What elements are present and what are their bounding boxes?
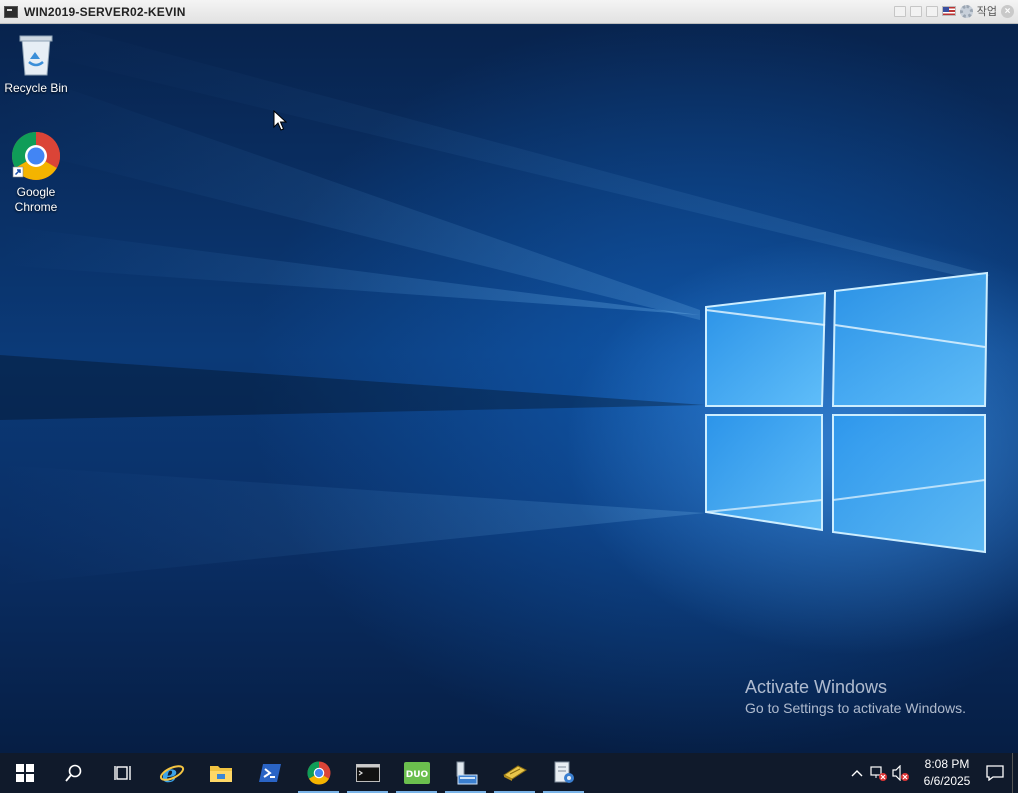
- start-icon: [15, 764, 34, 782]
- volume-button[interactable]: [890, 753, 912, 793]
- window-title: WIN2019-SERVER02-KEVIN: [24, 4, 186, 19]
- titlebar-controls: 작업 ×: [893, 3, 1014, 19]
- activate-windows-watermark: Activate Windows Go to Settings to activ…: [745, 676, 966, 718]
- file-explorer-button[interactable]: [196, 753, 245, 793]
- recycle-bin-shortcut[interactable]: Recycle Bin: [0, 33, 72, 96]
- restore-small-icon[interactable]: [893, 5, 906, 17]
- remote-session-icon: [4, 5, 18, 18]
- settings-doc-button[interactable]: [539, 753, 588, 793]
- chrome-taskbar-button[interactable]: [294, 753, 343, 793]
- activate-subtitle: Go to Settings to activate Windows.: [745, 700, 966, 716]
- action-center-button[interactable]: [984, 753, 1006, 793]
- task-view-icon: [113, 766, 131, 780]
- taskbar-clock[interactable]: 8:08 PM 6/6/2025: [916, 756, 978, 790]
- powershell-button[interactable]: [245, 753, 294, 793]
- chrome-icon: [306, 761, 331, 785]
- chrome-icon: [11, 132, 61, 181]
- windows-logo-wallpaper: [0, 25, 990, 585]
- internet-explorer-button[interactable]: e: [147, 753, 196, 793]
- network-status-button[interactable]: [868, 753, 890, 793]
- search-button[interactable]: [49, 753, 98, 793]
- activate-title: Activate Windows: [745, 677, 888, 697]
- yellow-tool-icon: [502, 765, 527, 781]
- mouse-cursor-icon: [273, 110, 287, 131]
- server-manager-button[interactable]: [441, 753, 490, 793]
- clock-date: 6/6/2025: [923, 774, 971, 788]
- chevron-up-icon: [851, 770, 863, 777]
- svg-text:DUO: DUO: [405, 770, 428, 780]
- recycle-bin-icon: [19, 35, 53, 76]
- volume-muted-icon: [892, 765, 909, 781]
- search-icon: [64, 764, 81, 782]
- clock-time: 8:08 PM: [924, 757, 970, 771]
- show-desktop-button[interactable]: [1012, 753, 1018, 793]
- us-flag-icon[interactable]: [941, 6, 956, 16]
- start-button[interactable]: [0, 753, 49, 793]
- maximize-icon[interactable]: [925, 5, 938, 17]
- task-view-button[interactable]: [98, 753, 147, 793]
- settings-doc-icon: [554, 761, 574, 783]
- command-prompt-button[interactable]: [343, 753, 392, 793]
- file-explorer-icon: [209, 766, 232, 782]
- close-icon[interactable]: ×: [1001, 4, 1014, 18]
- taskbar: e DUO 8:08 PM 6/6/2025: [0, 753, 1018, 793]
- duo-button[interactable]: DUO: [392, 753, 441, 793]
- duo-icon: DUO: [403, 762, 430, 784]
- work-menu-label[interactable]: 작업: [977, 3, 997, 19]
- google-chrome-label: Google Chrome: [14, 185, 58, 214]
- window-titlebar[interactable]: WIN2019-SERVER02-KEVIN 작업 ×: [0, 0, 1018, 24]
- system-tray: 8:08 PM 6/6/2025: [846, 753, 1018, 793]
- desktop[interactable]: Recycle Bin Google Chrome Activate Windo…: [0, 25, 1018, 753]
- yellow-tool-button[interactable]: [490, 753, 539, 793]
- command-prompt-icon: [355, 764, 380, 782]
- notification-icon: [986, 765, 1004, 781]
- server-manager-icon: [456, 761, 477, 785]
- network-disconnected-icon: [870, 766, 887, 781]
- internet-explorer-icon: e: [159, 761, 184, 785]
- show-hidden-icons-button[interactable]: [846, 753, 868, 793]
- google-chrome-shortcut[interactable]: Google Chrome: [0, 131, 72, 215]
- minimize-icon[interactable]: [909, 5, 922, 17]
- gear-icon[interactable]: [959, 4, 973, 18]
- powershell-icon: [258, 764, 281, 782]
- recycle-bin-label: Recycle Bin: [4, 81, 68, 95]
